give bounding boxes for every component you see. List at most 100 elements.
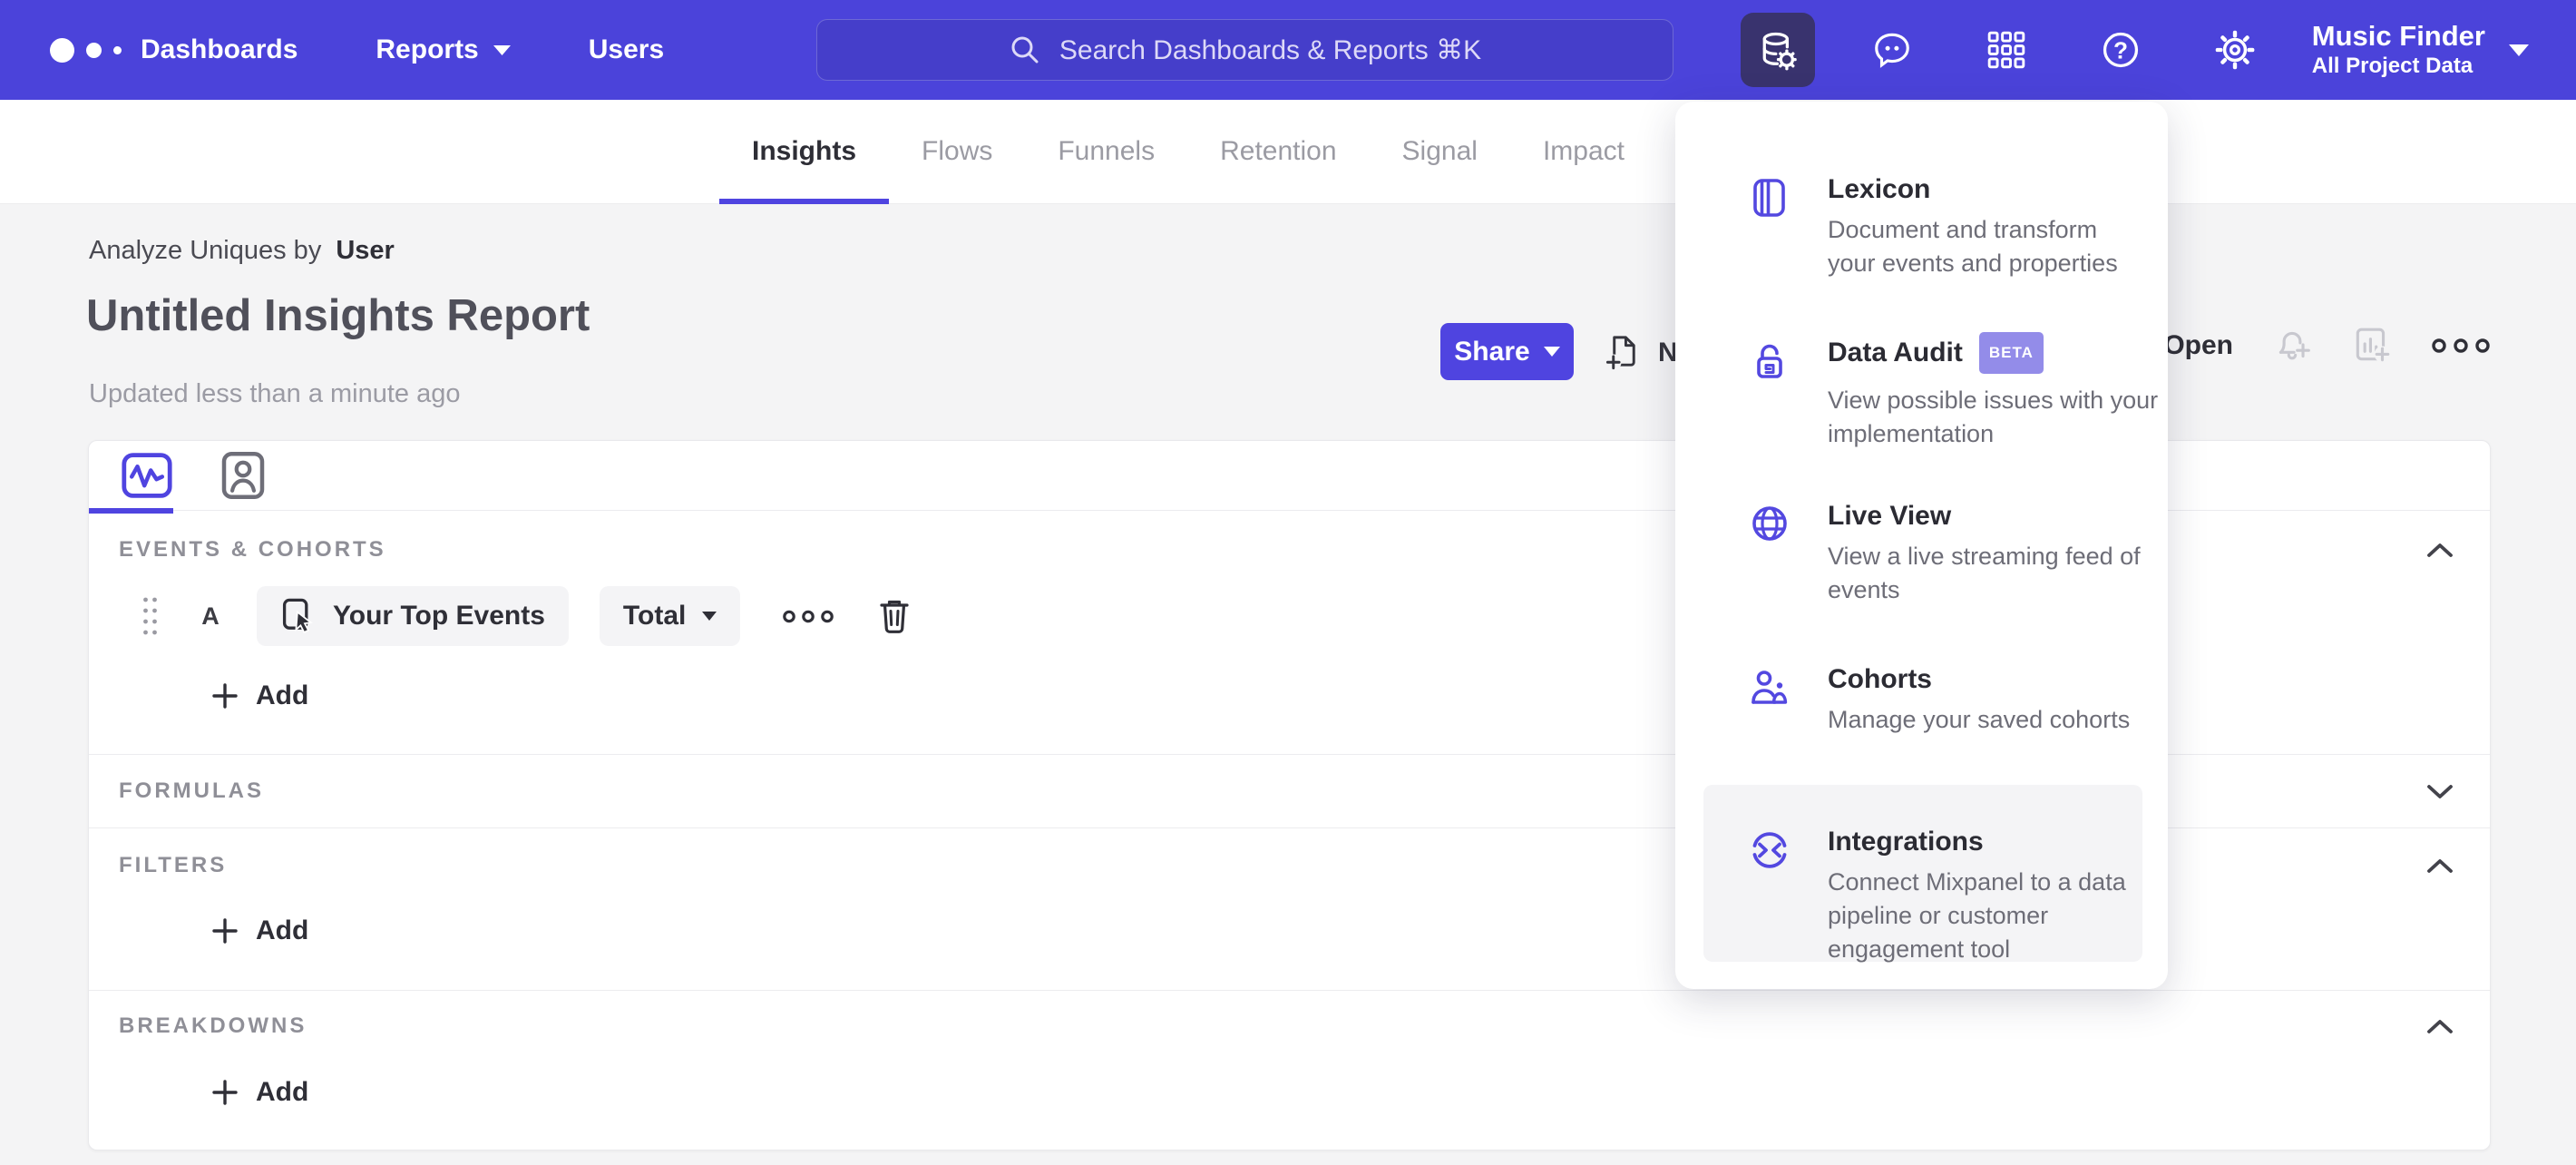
add-filter-button[interactable]: Add <box>210 907 308 955</box>
section-divider <box>89 990 2490 991</box>
menu-item-cohorts[interactable]: Cohorts Manage your saved cohorts <box>1675 662 2168 737</box>
menu-item-desc: View a live streaming feed of events <box>1828 543 2141 603</box>
add-breakdown-button[interactable]: Add <box>210 1069 308 1116</box>
project-scope: All Project Data <box>2311 54 2474 78</box>
logo-dot-icon <box>86 42 102 58</box>
plus-icon <box>212 1080 238 1105</box>
expand-formulas-button[interactable] <box>2423 780 2457 802</box>
search-icon <box>1011 36 1039 64</box>
event-row-letter: A <box>201 602 220 630</box>
svg-text:?: ? <box>2113 36 2128 64</box>
menu-item-integrations[interactable]: Integrations Connect Mixpanel to a data … <box>1703 785 2142 966</box>
settings-button[interactable] <box>2198 13 2272 87</box>
gear-icon <box>2215 30 2255 70</box>
apps-grid-button[interactable] <box>1969 13 2044 87</box>
data-audit-lock-icon <box>1757 344 1782 378</box>
menu-item-title: Lexicon <box>1828 174 1931 204</box>
project-name: Music Finder <box>2311 20 2485 52</box>
database-gear-icon <box>1762 32 1797 71</box>
mixpanel-logo[interactable] <box>50 0 122 100</box>
feedback-button[interactable] <box>1855 13 1929 87</box>
chevron-up-icon <box>2427 859 2453 873</box>
logo-dot-icon <box>50 37 74 63</box>
nav-item-label: Reports <box>376 34 479 64</box>
metric-selector[interactable]: Total <box>599 586 741 646</box>
tab-insights[interactable]: Insights <box>719 100 890 204</box>
add-label: Add <box>256 915 309 945</box>
collapse-breakdowns-button[interactable] <box>2423 1015 2457 1037</box>
tab-retention[interactable]: Retention <box>1187 100 1369 204</box>
search-input[interactable]: Search Dashboards & Reports ⌘K <box>816 19 1673 81</box>
question-mark-icon: ? <box>2103 32 2138 68</box>
trash-icon <box>880 600 909 633</box>
plus-icon <box>212 683 238 709</box>
chevron-up-icon <box>2427 1020 2453 1033</box>
event-row: A Your Top Events Total <box>141 586 914 646</box>
nav-item-label: Users <box>588 34 665 64</box>
tab-profiles-view[interactable] <box>219 450 268 501</box>
profile-card-icon <box>221 451 265 500</box>
nav-item-reports[interactable]: Reports <box>376 34 511 65</box>
metric-value: Total <box>622 601 687 631</box>
pulse-chart-icon <box>122 453 172 498</box>
more-actions-button[interactable] <box>2431 336 2491 356</box>
nav-item-dashboards[interactable]: Dashboards <box>141 34 298 65</box>
open-label: Open <box>2163 330 2233 360</box>
event-cursor-icon <box>282 598 313 634</box>
chat-bubble-icon <box>1874 33 1909 68</box>
tab-impact[interactable]: Impact <box>1510 100 1657 204</box>
section-label: BREAKDOWNS <box>119 1013 307 1038</box>
event-more-button[interactable] <box>782 608 834 625</box>
section-label: EVENTS & COHORTS <box>119 537 386 562</box>
report-title[interactable]: Untitled Insights Report <box>86 290 590 341</box>
top-nav: Dashboards Reports Users Search Dashboar… <box>0 0 2576 100</box>
lexicon-book-icon <box>1753 179 1785 217</box>
menu-item-live-view[interactable]: Live View View a live streaming feed of … <box>1675 499 2168 607</box>
collapse-events-button[interactable] <box>2423 539 2457 561</box>
menu-item-desc: Manage your saved cohorts <box>1828 706 2131 733</box>
chevron-down-icon <box>2509 44 2529 56</box>
menu-item-desc: Document and transform your events and p… <box>1828 216 2118 277</box>
section-label: FILTERS <box>119 853 228 877</box>
menu-item-title: Cohorts <box>1828 664 1932 694</box>
add-event-button[interactable]: Add <box>210 672 308 720</box>
collapse-filters-button[interactable] <box>2423 855 2457 876</box>
tab-signal[interactable]: Signal <box>1370 100 1510 204</box>
add-label: Add <box>256 680 309 710</box>
event-selector[interactable]: Your Top Events <box>257 586 569 646</box>
updated-timestamp: Updated less than a minute ago <box>89 379 461 408</box>
add-to-board-button[interactable] <box>2351 325 2393 367</box>
nav-item-users[interactable]: Users <box>589 34 664 65</box>
data-management-button[interactable] <box>1740 13 1815 87</box>
event-name: Your Top Events <box>333 601 545 631</box>
tab-flows[interactable]: Flows <box>889 100 1025 204</box>
menu-item-data-audit[interactable]: Data Audit BETA View possible issues with… <box>1675 332 2168 451</box>
add-label: Add <box>256 1077 309 1107</box>
menu-item-highlight: Integrations Connect Mixpanel to a data … <box>1703 785 2142 963</box>
analyze-entity: User <box>336 236 395 265</box>
board-chart-plus-icon <box>2356 328 2391 363</box>
data-management-menu: Lexicon Document and transform your even… <box>1675 102 2168 989</box>
analyze-prefix: Analyze Uniques by <box>89 236 322 265</box>
help-button[interactable]: ? <box>2083 13 2158 87</box>
grid-icon <box>1987 31 2025 69</box>
delete-event-button[interactable] <box>874 595 914 637</box>
chevron-down-icon <box>2427 785 2453 798</box>
menu-item-desc: Connect Mixpanel to a data pipeline or c… <box>1828 868 2126 963</box>
logo-dot-icon <box>113 45 122 54</box>
create-alert-button[interactable] <box>2271 325 2313 367</box>
nav-right: ? Music Finder All Project Data <box>1740 0 2529 100</box>
project-selector[interactable]: Music Finder All Project Data <box>2312 20 2529 80</box>
tab-events-view[interactable] <box>119 450 175 501</box>
live-view-globe-icon <box>1752 506 1787 541</box>
share-label: Share <box>1454 336 1530 367</box>
section-label: FORMULAS <box>119 778 264 803</box>
menu-item-title: Integrations <box>1828 827 1984 857</box>
share-button[interactable]: Share <box>1440 323 1574 380</box>
cohorts-people-icon <box>1751 671 1788 704</box>
chevron-down-icon <box>493 44 511 55</box>
tab-funnels[interactable]: Funnels <box>1025 100 1187 204</box>
chevron-down-icon <box>1543 347 1560 357</box>
drag-handle-icon[interactable] <box>141 591 159 641</box>
menu-item-lexicon[interactable]: Lexicon Document and transform your even… <box>1675 172 2168 280</box>
